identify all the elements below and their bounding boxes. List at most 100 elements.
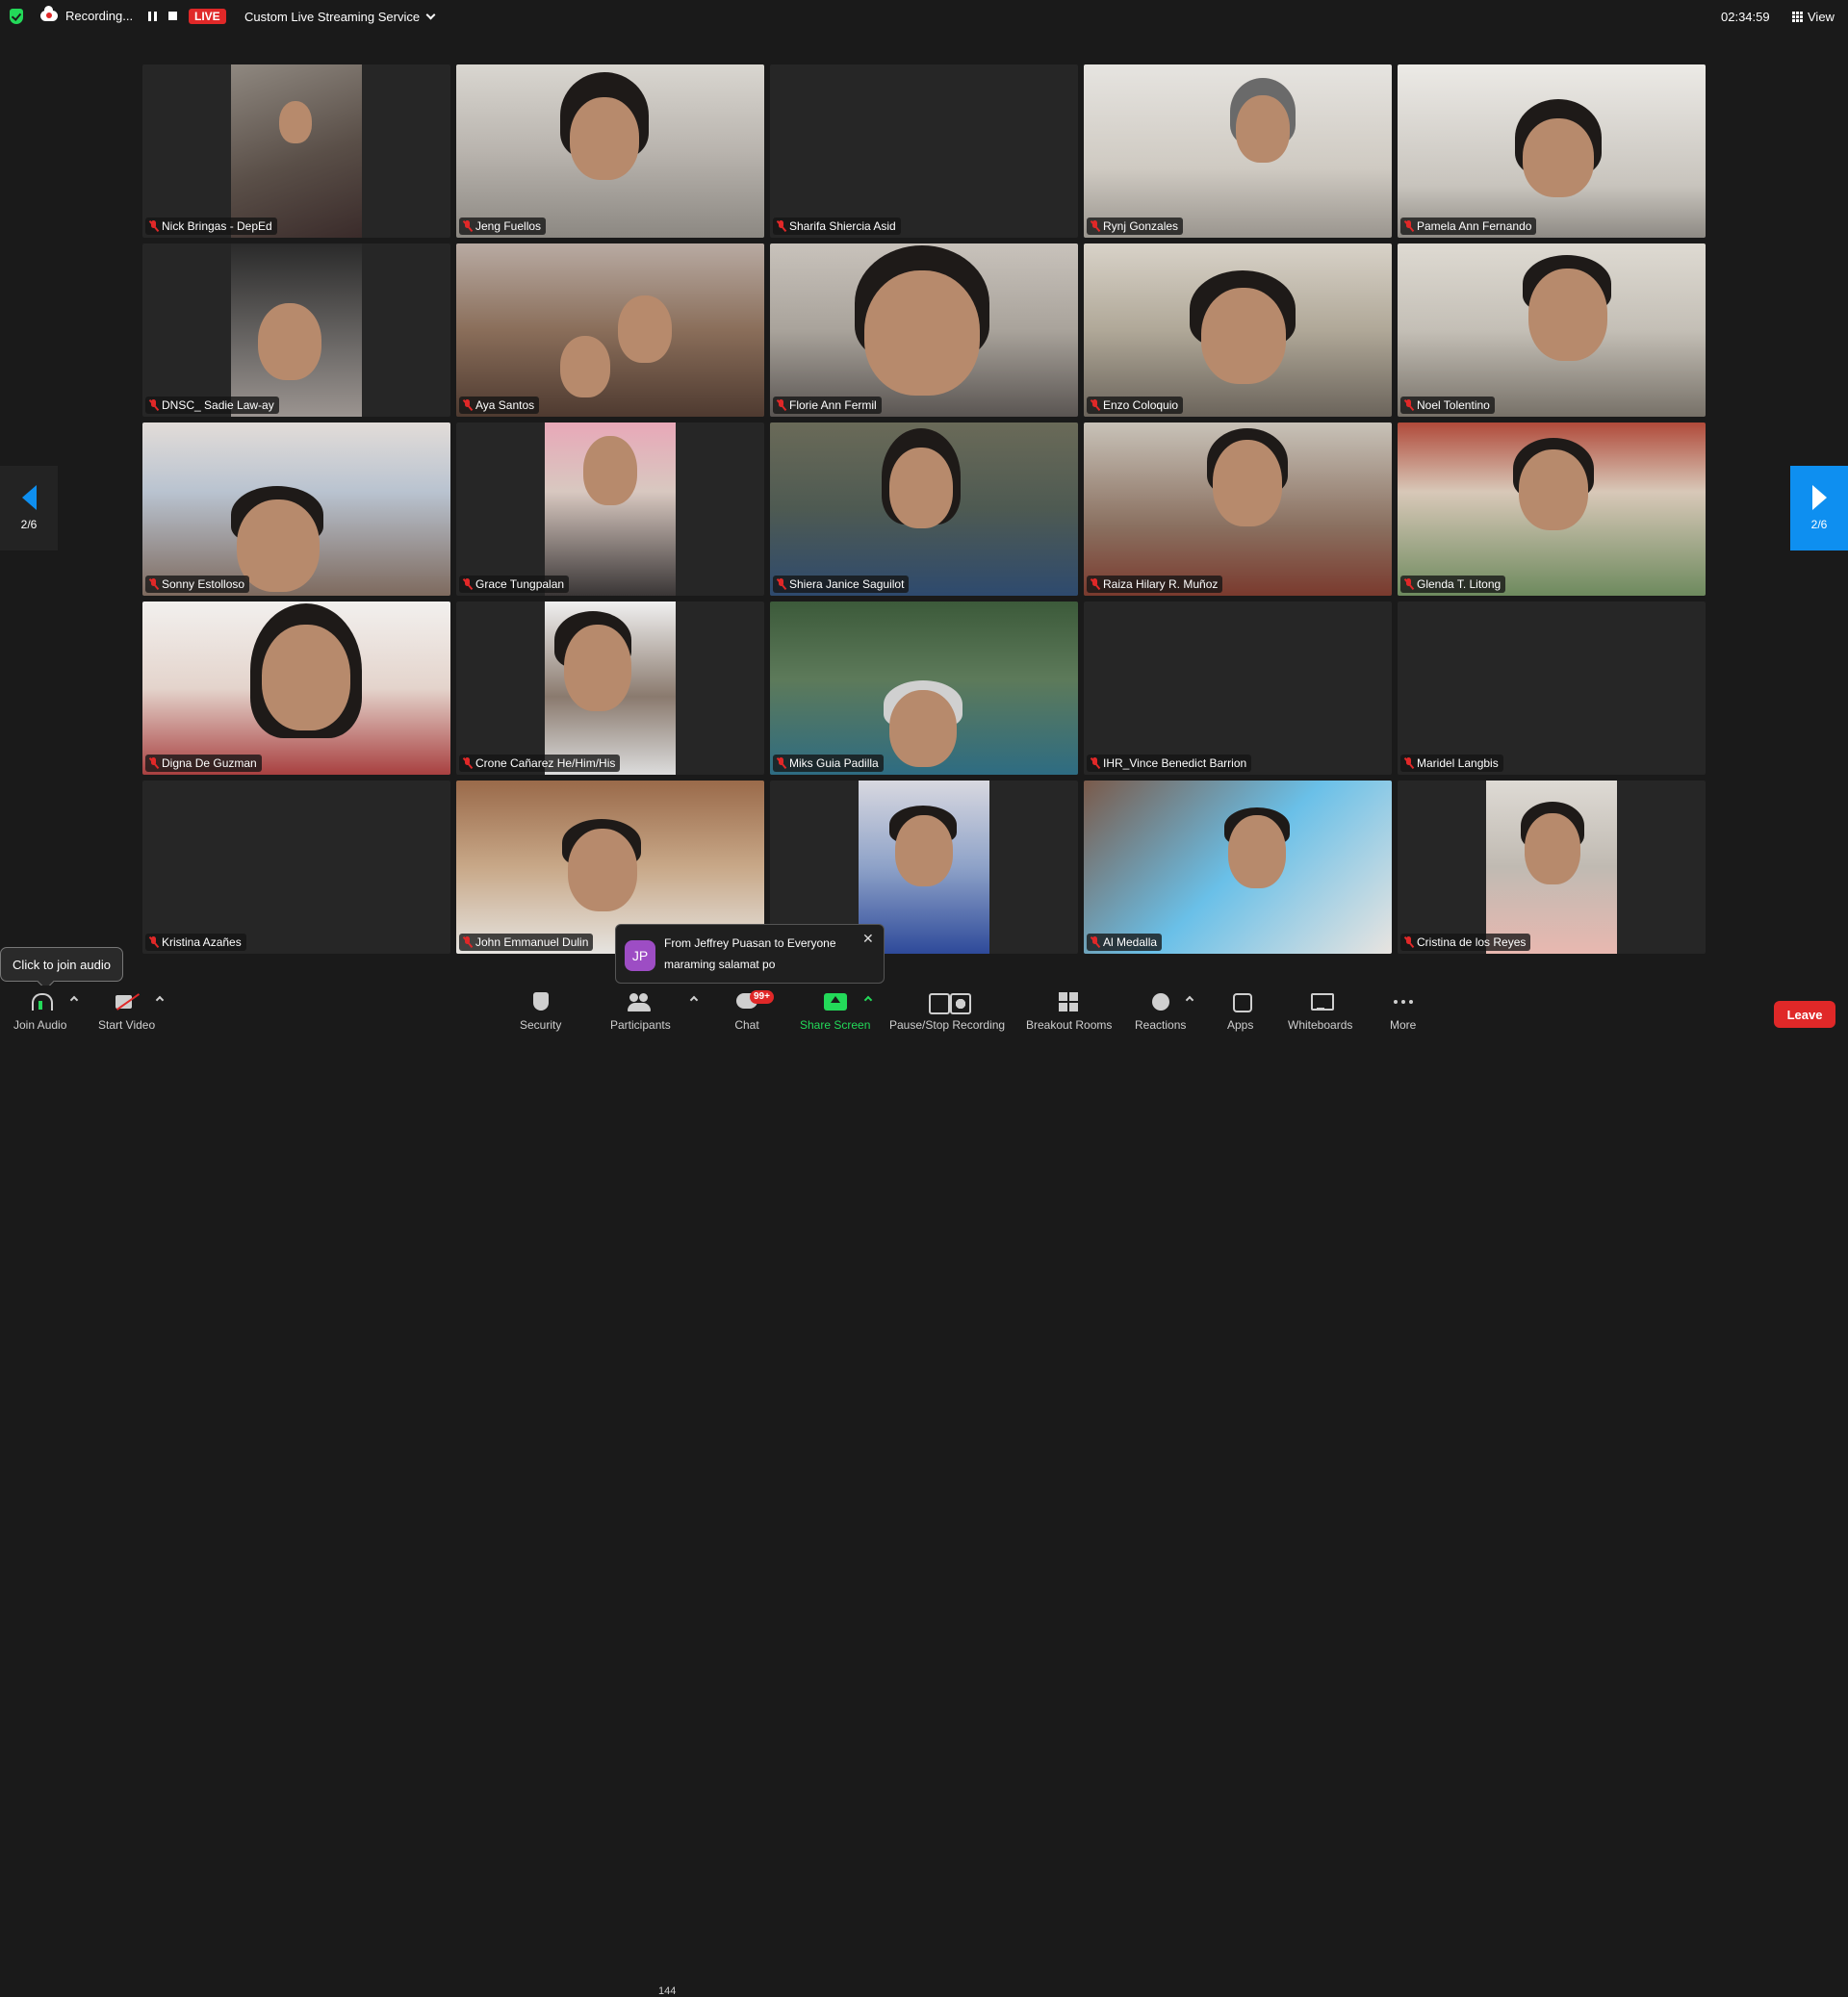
reactions-button[interactable]: Reactions xyxy=(1135,991,1186,1032)
participant-video xyxy=(1084,64,1392,238)
participant-name-tag: Cristina de los Reyes xyxy=(1400,934,1531,951)
participant-tile[interactable]: Al Medalla xyxy=(1084,781,1392,954)
participant-video xyxy=(231,64,362,238)
mic-muted-icon xyxy=(149,399,158,411)
participant-tile[interactable]: Florie Ann Fermil xyxy=(770,243,1078,417)
chevron-up-icon[interactable] xyxy=(155,995,165,1005)
participant-tile[interactable]: Sharifa Shiercia Asid xyxy=(770,64,1078,238)
mic-muted-icon xyxy=(777,399,785,411)
participant-tile[interactable]: Glenda T. Litong xyxy=(1398,422,1706,596)
view-label: View xyxy=(1808,10,1835,24)
chevron-up-icon[interactable] xyxy=(1185,995,1194,1005)
meeting-timer: 02:34:59 xyxy=(1721,10,1770,24)
page-indicator: 2/6 xyxy=(1810,518,1828,531)
recording-label: Recording... xyxy=(65,9,134,23)
participant-name-tag: John Emmanuel Dulin xyxy=(459,934,594,951)
share-screen-button[interactable]: Share Screen xyxy=(800,991,870,1032)
participant-tile[interactable]: Rynj Gonzales xyxy=(1084,64,1392,238)
participant-tile[interactable]: Pamela Ann Fernando xyxy=(1398,64,1706,238)
pause-stop-recording-label: Pause/Stop Recording xyxy=(889,1018,1006,1032)
participant-video xyxy=(1398,243,1706,417)
participant-tile[interactable]: Aya Santos xyxy=(456,243,764,417)
participant-tile[interactable]: Sonny Estolloso xyxy=(142,422,450,596)
more-dots-icon xyxy=(1391,991,1416,1012)
arrow-right-icon xyxy=(1811,485,1827,510)
start-video-button[interactable]: Start Video xyxy=(98,991,155,1032)
participant-tile[interactable]: Kristina Azañes xyxy=(142,781,450,954)
chat-label: Chat xyxy=(734,1018,759,1032)
join-audio-tooltip: Click to join audio xyxy=(0,947,123,982)
mic-muted-icon xyxy=(1091,757,1099,769)
participant-name-tag: IHR_Vince Benedict Barrion xyxy=(1087,755,1252,772)
more-button[interactable]: More xyxy=(1390,991,1416,1032)
participant-video xyxy=(142,602,450,775)
mic-muted-icon xyxy=(1091,220,1099,232)
participant-tile[interactable]: Shiera Janice Saguilot xyxy=(770,422,1078,596)
participant-tile[interactable]: Grace Tungpalan xyxy=(456,422,764,596)
participant-video xyxy=(231,243,362,417)
chat-unread-badge: 99+ xyxy=(750,990,774,1004)
mic-muted-icon xyxy=(463,399,472,411)
leave-button[interactable]: Leave xyxy=(1774,1001,1835,1028)
participant-tile[interactable]: Noel Tolentino xyxy=(1398,243,1706,417)
participant-tile[interactable]: Miks Guia Padilla xyxy=(770,602,1078,775)
apps-icon xyxy=(1228,991,1253,1012)
join-audio-label: Join Audio xyxy=(13,1018,67,1032)
security-button[interactable]: Security xyxy=(520,991,561,1032)
chat-message: maraming salamat po xyxy=(664,958,776,971)
participant-tile[interactable]: Maridel Langbis xyxy=(1398,602,1706,775)
whiteboards-button[interactable]: Whiteboards xyxy=(1288,991,1352,1032)
headphones-icon xyxy=(28,991,53,1012)
mic-muted-icon xyxy=(1091,936,1099,948)
chevron-up-icon[interactable] xyxy=(689,995,699,1005)
participant-tile[interactable]: DNSC_ Sadie Law-ay xyxy=(142,243,450,417)
mic-muted-icon xyxy=(777,578,785,590)
pause-stop-recording-button[interactable]: Pause/Stop Recording xyxy=(889,991,1005,1032)
apps-button[interactable]: Apps xyxy=(1227,991,1253,1032)
recording-indicator[interactable]: Recording... xyxy=(40,6,134,23)
participant-tile[interactable]: Digna De Guzman xyxy=(142,602,450,775)
participant-tile[interactable]: Crone Cañarez He/Him/His xyxy=(456,602,764,775)
chat-notification[interactable]: JP From Jeffrey Puasan to Everyone maram… xyxy=(615,924,885,984)
encryption-shield-icon[interactable] xyxy=(10,9,23,24)
participant-name-tag: Grace Tungpalan xyxy=(459,576,570,593)
participant-tile[interactable]: Enzo Coloquio xyxy=(1084,243,1392,417)
breakout-rooms-button[interactable]: Breakout Rooms xyxy=(1026,991,1112,1032)
participant-video xyxy=(1398,64,1706,238)
participant-name-tag: Maridel Langbis xyxy=(1400,755,1503,772)
participant-video xyxy=(456,64,764,238)
security-label: Security xyxy=(520,1018,562,1032)
more-label: More xyxy=(1390,1018,1417,1032)
participant-tile[interactable]: Raiza Hilary R. Muñoz xyxy=(1084,422,1392,596)
mic-muted-icon xyxy=(1404,757,1413,769)
participant-tile[interactable]: IHR_Vince Benedict Barrion xyxy=(1084,602,1392,775)
join-audio-button[interactable]: Join Audio xyxy=(13,991,66,1032)
whiteboard-icon xyxy=(1308,991,1334,1012)
next-page-button[interactable]: 2/6 xyxy=(1790,466,1848,550)
live-stream-dropdown[interactable]: Custom Live Streaming Service xyxy=(244,10,436,24)
participant-name-tag: Florie Ann Fermil xyxy=(773,397,882,414)
participant-name-tag: Nick Bringas - DepEd xyxy=(145,218,277,235)
view-button[interactable]: View xyxy=(1792,10,1835,24)
participant-tile[interactable]: Cristina de los Reyes xyxy=(1398,781,1706,954)
participant-name-tag: Enzo Coloquio xyxy=(1087,397,1184,414)
participant-count: 144 xyxy=(658,1985,677,1997)
participant-tile[interactable]: Jeng Fuellos xyxy=(456,64,764,238)
participant-tile[interactable]: Nick Bringas - DepEd xyxy=(142,64,450,238)
chevron-up-icon[interactable] xyxy=(69,995,79,1005)
apps-label: Apps xyxy=(1227,1018,1254,1032)
pause-recording-icon[interactable] xyxy=(148,12,157,21)
share-screen-label: Share Screen xyxy=(800,1018,871,1032)
previous-page-button[interactable]: 2/6 xyxy=(0,466,58,550)
reactions-label: Reactions xyxy=(1135,1018,1187,1032)
participant-video xyxy=(770,602,1078,775)
mic-muted-icon xyxy=(149,757,158,769)
participants-button[interactable]: Participants xyxy=(610,991,671,1032)
close-icon[interactable]: ✕ xyxy=(862,931,874,947)
mic-muted-icon xyxy=(463,220,472,232)
stop-recording-icon[interactable] xyxy=(168,12,177,20)
cloud-recording-icon xyxy=(40,6,58,21)
participant-video xyxy=(1084,781,1392,954)
live-badge: LIVE xyxy=(189,9,226,24)
mic-muted-icon xyxy=(777,757,785,769)
